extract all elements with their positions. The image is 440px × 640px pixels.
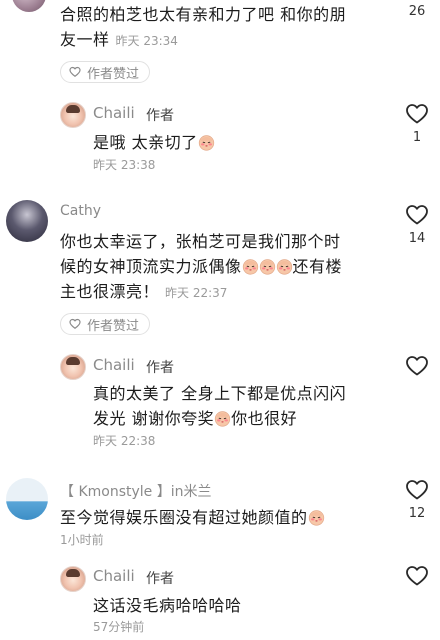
comment-time: 1小时前 — [60, 533, 104, 547]
shy-face-emoji — [259, 258, 276, 275]
author-tag: 作者 — [146, 571, 174, 587]
comment-text-line: 候的女神顶流实力派偶像 — [60, 257, 242, 276]
comment-text-line: 友一样 — [60, 30, 110, 49]
avatar[interactable] — [60, 102, 86, 128]
reply-text: 这话没毛病哈哈哈哈 — [93, 596, 242, 615]
reply-text: 真的太美了 全身上下都是优点闪闪 发光 谢谢你夸奖 你也很好 — [93, 381, 393, 431]
avatar[interactable] — [12, 0, 46, 12]
reply-username[interactable]: Chaili — [93, 104, 135, 122]
author-liked-badge: 作者赞过 — [60, 61, 151, 83]
reply-username[interactable]: Chaili — [93, 356, 135, 374]
reply-time: 昨天 23:38 — [93, 158, 156, 172]
comment-time: 昨天 22:37 — [165, 286, 228, 300]
avatar[interactable] — [60, 354, 86, 380]
reply-username[interactable]: Chaili — [93, 567, 135, 585]
like-button[interactable]: 14 — [402, 203, 432, 246]
like-button[interactable]: 26 — [402, 4, 432, 19]
author-liked-label: 作者赞过 — [87, 66, 140, 82]
comment-text: 合照的柏芝也太有亲和力了吧 和你的朋 友一样 昨天 23:34 — [60, 2, 390, 54]
heart-icon — [69, 66, 81, 78]
author-liked-label: 作者赞过 — [87, 318, 140, 334]
reply-text-line: 是哦 太亲切了 — [93, 133, 198, 152]
avatar[interactable] — [60, 566, 86, 592]
comment-text-line: 合照的柏芝也太有亲和力了吧 和你的朋 — [60, 5, 347, 24]
author-tag: 作者 — [146, 108, 174, 124]
like-count: 1 — [412, 130, 422, 145]
heart-outline-icon — [405, 203, 429, 227]
avatar[interactable] — [6, 200, 48, 242]
comment-username[interactable]: Cathy — [60, 203, 101, 219]
author-liked-badge: 作者赞过 — [60, 313, 151, 335]
comment-text: 你也太幸运了，张柏芝可是我们那个时 候的女神顶流实力派偶像 还有楼 主也很漂亮！ 昨… — [60, 229, 390, 306]
reply-text: 是哦 太亲切了 — [93, 130, 215, 155]
comment-time: 昨天 23:34 — [115, 34, 178, 48]
like-button[interactable]: 12 — [402, 478, 432, 521]
comment-username[interactable]: 【 Kmonstyle 】in米兰 — [60, 481, 212, 501]
shy-face-emoji — [242, 258, 259, 275]
like-button[interactable] — [402, 354, 432, 378]
heart-icon — [69, 318, 81, 330]
heart-outline-icon — [405, 478, 429, 502]
author-tag: 作者 — [146, 360, 174, 376]
heart-outline-icon — [405, 102, 429, 126]
reply-text-line: 发光 谢谢你夸奖 — [93, 409, 215, 428]
comment-text: 至今觉得娱乐圈没有超过她颜值的 — [60, 505, 325, 530]
like-button[interactable]: 1 — [402, 102, 432, 145]
reply-time: 昨天 22:38 — [93, 434, 156, 448]
shy-face-emoji — [308, 509, 325, 526]
heart-outline-icon — [405, 354, 429, 378]
shy-face-emoji — [214, 410, 231, 427]
reply-text-line: 真的太美了 全身上下都是优点闪闪 — [93, 384, 347, 403]
shy-face-emoji — [198, 134, 215, 151]
avatar[interactable] — [6, 478, 48, 520]
like-count: 14 — [408, 231, 426, 246]
comment-text-line: 主也很漂亮！ — [60, 282, 160, 301]
like-button[interactable] — [402, 564, 432, 588]
comment-text-line: 你也太幸运了，张柏芝可是我们那个时 — [60, 232, 341, 251]
like-count: 26 — [408, 4, 426, 19]
like-count: 12 — [408, 506, 426, 521]
shy-face-emoji — [276, 258, 293, 275]
reply-time: 57分钟前 — [93, 620, 145, 634]
comment-text-line: 至今觉得娱乐圈没有超过她颜值的 — [60, 508, 308, 527]
heart-outline-icon — [405, 564, 429, 588]
reply-text-line: 你也很好 — [231, 409, 298, 428]
comment-text-line: 还有楼 — [292, 257, 343, 276]
